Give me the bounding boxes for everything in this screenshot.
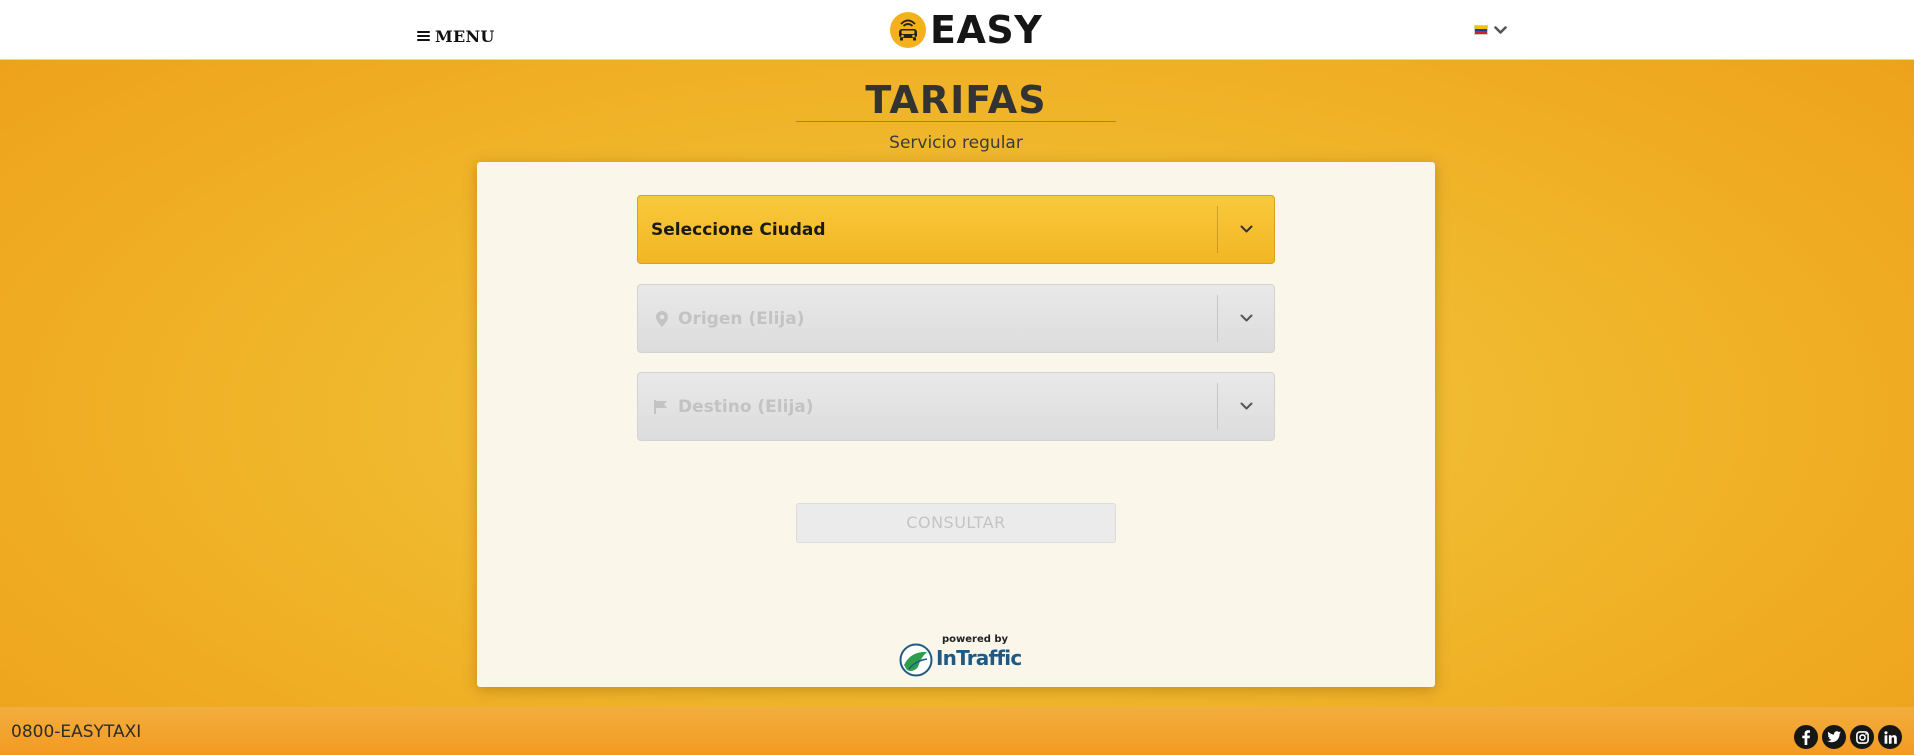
linkedin-icon[interactable] bbox=[1878, 725, 1902, 749]
menu-label: MENU bbox=[435, 26, 495, 46]
chevron-down-icon bbox=[1218, 402, 1274, 411]
taxi-icon bbox=[890, 12, 926, 48]
language-selector[interactable] bbox=[1474, 25, 1507, 35]
page-subtitle: Servicio regular bbox=[889, 133, 1023, 153]
top-navbar: MENU EASY bbox=[0, 0, 1914, 60]
chevron-down-icon bbox=[1494, 25, 1507, 34]
fare-form-card: Seleccione Ciudad Origen (Elija) Destino… bbox=[477, 162, 1435, 687]
city-select-label: Seleccione Ciudad bbox=[651, 219, 826, 240]
intraffic-globe-icon bbox=[899, 643, 933, 677]
chevron-down-icon bbox=[1218, 225, 1274, 234]
consult-button[interactable]: CONSULTAR bbox=[796, 503, 1116, 543]
title-divider bbox=[796, 121, 1116, 122]
hamburger-icon bbox=[417, 30, 430, 42]
city-select[interactable]: Seleccione Ciudad bbox=[637, 195, 1275, 264]
chevron-down-icon bbox=[1218, 314, 1274, 323]
destination-select-label: Destino (Elija) bbox=[678, 396, 814, 417]
logo-wordmark: EASY bbox=[930, 8, 1043, 52]
destination-select[interactable]: Destino (Elija) bbox=[637, 372, 1275, 441]
flag-stripe-red bbox=[1475, 31, 1487, 35]
intraffic-wordmark: InTraffic bbox=[936, 646, 1022, 670]
page-title: TARIFAS bbox=[865, 78, 1047, 122]
footer-bar: 0800-EASYTAXI bbox=[0, 707, 1914, 755]
flag-icon bbox=[638, 399, 678, 414]
origin-select-label: Origen (Elija) bbox=[678, 308, 805, 329]
powered-by-caption: powered by bbox=[942, 634, 1009, 645]
easy-logo[interactable]: EASY bbox=[890, 10, 1042, 50]
map-pin-icon bbox=[638, 310, 678, 327]
twitter-icon[interactable] bbox=[1822, 725, 1846, 749]
powered-by-intraffic[interactable]: powered by InTraffic bbox=[899, 634, 1022, 678]
facebook-icon[interactable] bbox=[1794, 725, 1818, 749]
social-links bbox=[1794, 725, 1902, 749]
origin-select[interactable]: Origen (Elija) bbox=[637, 284, 1275, 353]
venezuela-flag-icon bbox=[1474, 25, 1488, 35]
phone-number[interactable]: 0800-EASYTAXI bbox=[11, 721, 141, 743]
instagram-icon[interactable] bbox=[1850, 725, 1874, 749]
menu-button[interactable]: MENU bbox=[417, 25, 495, 47]
